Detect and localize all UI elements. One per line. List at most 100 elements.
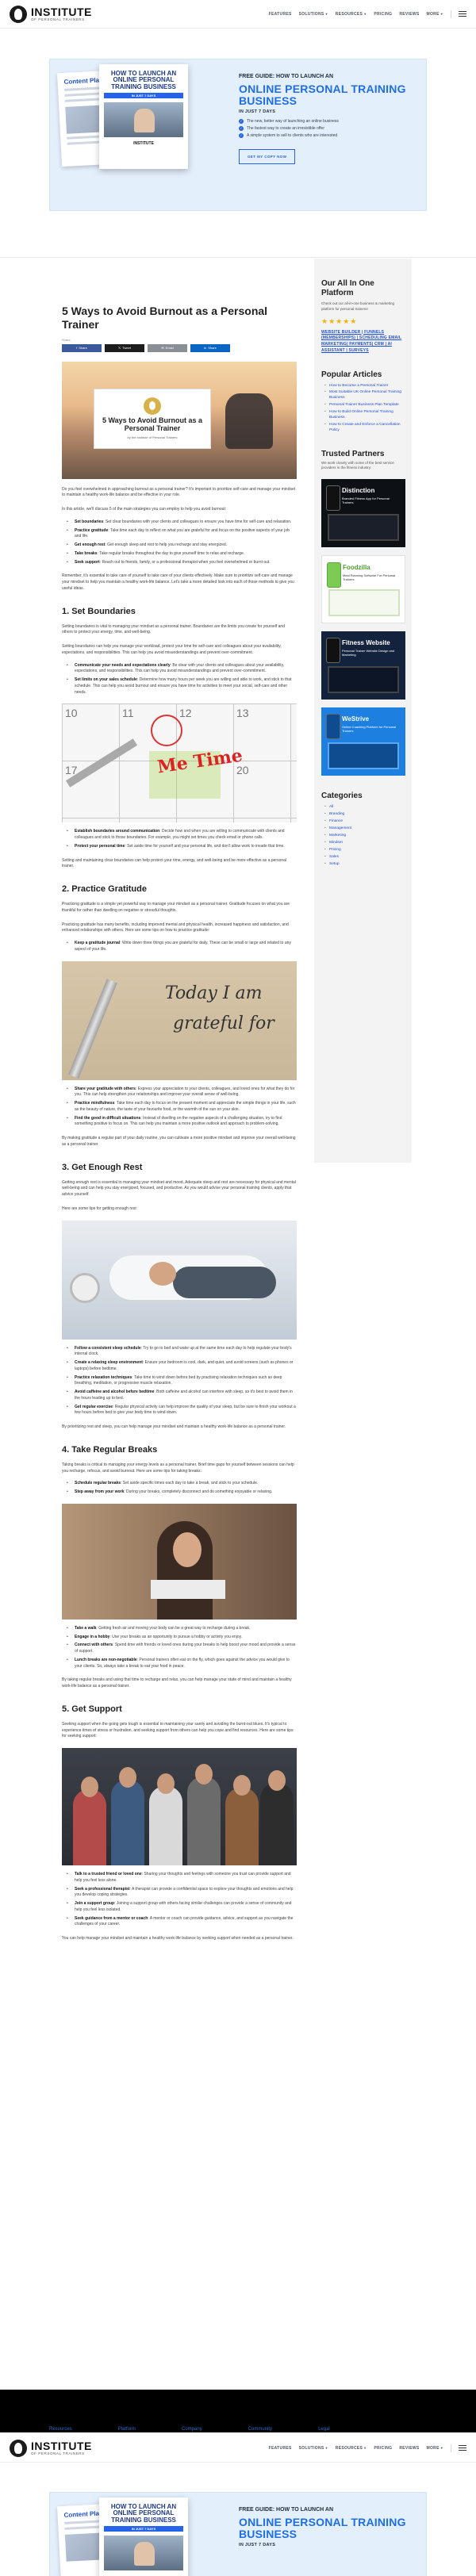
nav-resources-label: RESOURCES — [335, 2445, 363, 2451]
nav-features[interactable]: FEATURES — [269, 2446, 292, 2451]
get-copy-button[interactable]: GET MY COPY NOW — [239, 149, 296, 165]
popular-article-link[interactable]: How to Become a Personal Trainer — [324, 384, 405, 389]
section-paragraph: Here are some tips for getting enough re… — [62, 1206, 138, 1211]
list-item: Share your gratitude with others: Expres… — [67, 1086, 297, 1099]
alarm-clock-icon — [70, 1272, 100, 1303]
nav-reviews[interactable]: REVIEWS — [399, 2446, 419, 2451]
list-item-bold: Practice relaxation techniques — [75, 1374, 132, 1380]
promo-point-text: A simple system to sell to clients who a… — [247, 133, 338, 139]
list-item: Lunch breaks are non-negotiable: Persona… — [67, 1658, 297, 1670]
partner-banner-westrive[interactable]: WeStrive Online Coaching Platform for Pe… — [321, 707, 405, 776]
email-share-button[interactable]: ✉ Email — [148, 343, 187, 352]
popular-article-link[interactable]: How to Create and Enforce a Cancellation… — [324, 423, 405, 434]
category-link[interactable]: Mindset — [324, 841, 405, 845]
footer-links: Resources Platform Company Community Leg… — [49, 2427, 330, 2432]
hamburger-menu-icon[interactable] — [459, 2445, 466, 2451]
nav-more[interactable]: MORE▼ — [427, 2446, 443, 2451]
list-item-bold: Get enough rest — [75, 542, 106, 548]
phone-icon — [326, 485, 340, 511]
promo-book-title: HOW TO LAUNCH AN ONLINE PERSONAL TRAININ… — [110, 2503, 177, 2524]
chevron-down-icon: ▼ — [363, 11, 367, 16]
category-link[interactable]: Marketing — [324, 834, 405, 838]
nav-reviews[interactable]: REVIEWS — [399, 12, 419, 17]
partner-banner-fitness-website[interactable]: Fitness Website Personal Trainer Website… — [321, 631, 405, 700]
section-paragraph: By prioritizing rest and sleep, you can … — [62, 1424, 286, 1430]
list-item: Follow a consistent sleep schedule: Try … — [67, 1346, 297, 1359]
list-item-bold: Step away from your work — [75, 1489, 125, 1495]
sidebar-text: Check out our all-in-one business & mark… — [321, 301, 395, 311]
partner-subtitle: Meal Planning Software For Personal Trai… — [343, 573, 396, 581]
list-item: Take a walk: Getting fresh air and movin… — [67, 1626, 297, 1632]
main-nav: FEATURES SOLUTIONS▼ RESOURCES▼ PRICING R… — [269, 10, 466, 18]
twitter-share-button[interactable]: 𝕏 Tweet — [105, 343, 144, 352]
category-link[interactable]: Pricing — [324, 848, 405, 852]
nav-solutions[interactable]: SOLUTIONS▼ — [299, 12, 328, 17]
nav-features[interactable]: FEATURES — [269, 12, 292, 17]
nav-more-label: MORE — [426, 2445, 440, 2451]
list-item: Set limits on your sales schedule: Deter… — [67, 677, 297, 696]
nav-pricing[interactable]: PRICING — [374, 12, 392, 17]
list-item-bold: Set limits on your sales schedule — [75, 677, 137, 683]
promo-text: FREE GUIDE: HOW TO LAUNCH AN ONLINE PERS… — [239, 74, 413, 165]
popular-article-link[interactable]: How to Build Online Personal Training Bu… — [324, 410, 405, 421]
list-item-bold: Get regular exercise — [75, 1404, 113, 1409]
footer-link-resources[interactable]: Resources — [49, 2427, 72, 2432]
footer-link-company[interactable]: Company — [182, 2427, 202, 2432]
footer-link-legal[interactable]: Legal — [318, 2427, 330, 2432]
category-link[interactable]: Finance — [324, 819, 405, 823]
list-item-bold: Share your gratitude with others — [75, 1086, 136, 1091]
platform-features-link[interactable]: WEBSITE BUILDER | FUNNELS (MEMBERSHIPS) … — [321, 330, 405, 355]
section-paragraph: You can help manage your mindset and mai… — [62, 1936, 294, 1942]
main-nav: FEATURES SOLUTIONS▼ RESOURCES▼ PRICING R… — [269, 2444, 466, 2452]
partner-subtitle: Branded Fitness App for Personal Trainer… — [342, 496, 390, 504]
popular-article-link[interactable]: Most Suitable UK Online Personal Trainin… — [324, 390, 405, 401]
list-item-bold: Talk to a trusted friend or loved one — [75, 1872, 142, 1877]
chevron-down-icon: ▼ — [324, 11, 328, 16]
category-link[interactable]: Sales — [324, 855, 405, 859]
nav-resources[interactable]: RESOURCES▼ — [336, 12, 367, 17]
list-item: Protect your personal time: Set aside ti… — [67, 843, 297, 850]
section-heading: 1. Set Boundaries — [62, 606, 136, 616]
category-link[interactable]: Management — [324, 826, 405, 830]
partners-text: We work closely with some of the best se… — [321, 461, 394, 470]
facebook-share-button[interactable]: f Share — [62, 343, 102, 352]
list-item-bold: Take breaks — [75, 550, 98, 556]
list-item-bold: Protect your personal time — [75, 843, 125, 849]
list-item: Get regular exercise: Regular physical a… — [67, 1404, 297, 1417]
category-link[interactable]: Branding — [324, 812, 405, 816]
hamburger-menu-icon[interactable] — [459, 11, 466, 17]
list-item-text: : Set clear boundaries with your clients… — [103, 519, 292, 524]
site-logo[interactable]: INSTITUTE OF PERSONAL TRAINERS — [10, 5, 92, 23]
promo-book-cover: HOW TO LAUNCH AN ONLINE PERSONAL TRAININ… — [99, 64, 188, 169]
footer-link-community[interactable]: Community — [248, 2427, 272, 2432]
section-list: Take a walk: Getting fresh air and movin… — [67, 1626, 297, 1670]
partner-banner-distinction[interactable]: Distinction Branded Fitness App for Pers… — [321, 478, 405, 547]
list-item-bold: Keep a gratitude journal — [75, 941, 121, 946]
partner-banner-foodzilla[interactable]: Foodzilla Meal Planning Software For Per… — [321, 554, 405, 623]
nav-resources[interactable]: RESOURCES▼ — [336, 2446, 367, 2451]
section-paragraph: By making gratitude a regular part of yo… — [62, 1136, 296, 1147]
footer-link-platform[interactable]: Platform — [118, 2427, 136, 2432]
list-item-text: : Take regular breaks throughout the day… — [97, 550, 245, 556]
nav-solutions-label: SOLUTIONS — [298, 11, 324, 17]
nav-pricing[interactable]: PRICING — [374, 2446, 392, 2451]
nav-more[interactable]: MORE▼ — [427, 12, 443, 17]
site-logo[interactable]: INSTITUTE OF PERSONAL TRAINERS — [10, 2439, 92, 2457]
linkedin-share-button[interactable]: in Share — [190, 343, 230, 352]
list-item-text: : Use your breaks as an opportunity to p… — [109, 1634, 243, 1639]
phone-icon — [326, 713, 340, 739]
list-item: Find the good in difficult situations: I… — [67, 1116, 297, 1129]
popular-article-link[interactable]: Personal Trainer Business Plan Template — [324, 403, 405, 408]
logo-subtitle: OF PERSONAL TRAINERS — [31, 17, 85, 21]
list-item: Seek a professional therapist: A therapi… — [67, 1887, 297, 1899]
category-link[interactable]: All — [324, 805, 405, 809]
promo-book-days: IN JUST 7 DAYS — [104, 2526, 183, 2532]
share-label-text: Share — [208, 346, 217, 351]
nav-solutions[interactable]: SOLUTIONS▼ — [299, 2446, 328, 2451]
facebook-icon: f — [76, 346, 78, 351]
footer-dark-band — [0, 2390, 476, 2432]
institute-logo-icon — [144, 397, 161, 416]
section-paragraph: Practicing gratitude is a simple yet pow… — [62, 902, 290, 913]
category-link[interactable]: Setup — [324, 862, 405, 866]
share-buttons: f Share 𝕏 Tweet ✉ Email in Share — [62, 343, 297, 352]
